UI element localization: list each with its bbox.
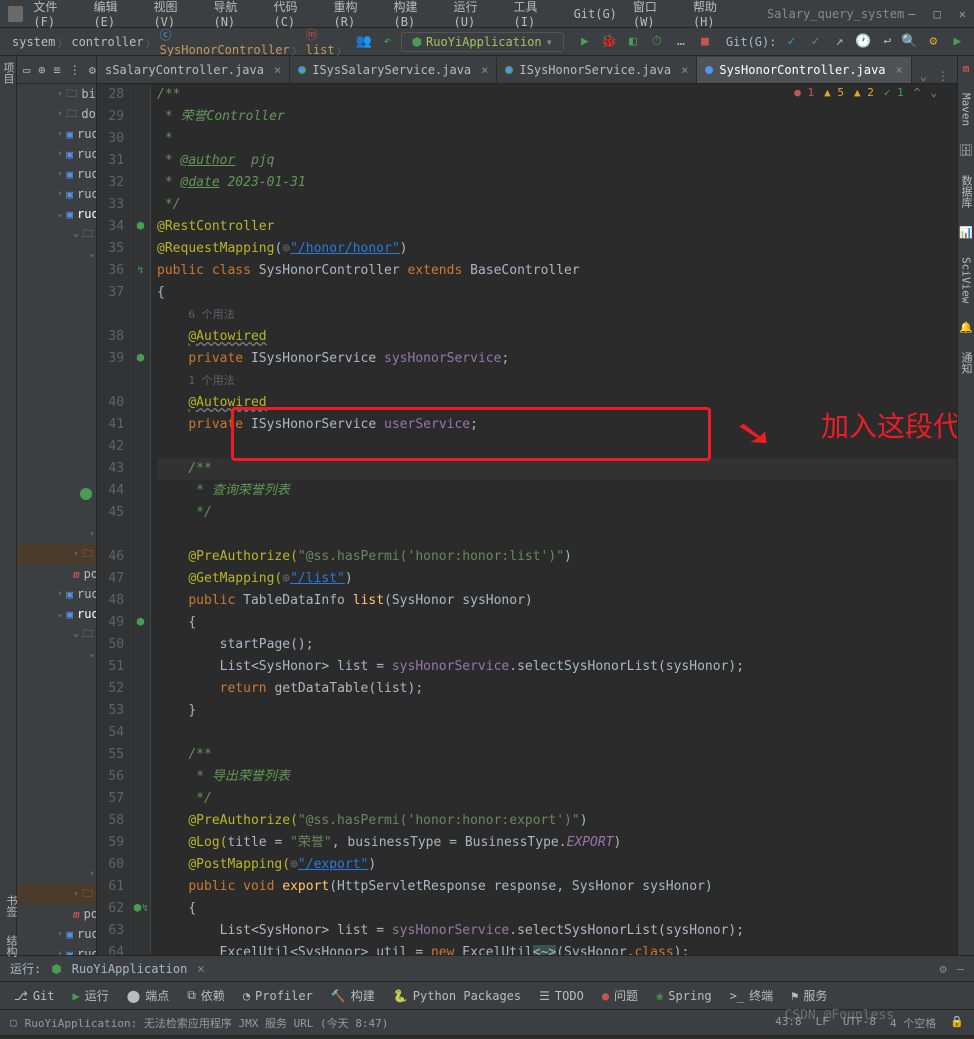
app-logo [8,6,23,22]
minimize-button[interactable]: — [908,7,915,21]
run-bar: 运行: ⬢ RuoYiApplication × ⚙ — [0,955,974,981]
run-settings-icon[interactable]: ⚙ [940,962,947,976]
select-opened-icon[interactable]: ⊕ [38,63,45,77]
profile-icon[interactable]: ⏱ [648,33,666,51]
watermark: CSDN @Founless [784,1008,894,1023]
search-icon[interactable]: 🔍 [900,33,918,51]
crumb-class[interactable]: ⓒ SysHonorController [156,24,298,59]
notif-tool-tab[interactable]: 🔔 [959,321,973,334]
tool-window-bar: ⎇Git ▶运行 ⬤端点 ⧉依赖 ◔Profiler 🔨构建 🐍Python P… [0,981,974,1009]
users-icon[interactable]: 👥 [355,33,373,51]
tool-python[interactable]: 🐍Python Packages [393,989,521,1003]
left-strip: 项目 [0,56,17,955]
run-hide-icon[interactable]: — [957,962,964,976]
scroll-marker-icon [80,488,92,500]
panel-settings-icon[interactable]: ⚙ [89,63,96,77]
nav-bar: system controller ⓒ SysHonorController ⓜ… [0,28,974,56]
attach-icon[interactable]: … [672,33,690,51]
close-button[interactable]: ✕ [959,7,966,21]
maximize-button[interactable]: □ [934,7,941,21]
tab-honor-service[interactable]: ISysHonorService.java× [497,57,697,83]
project-view-icon[interactable]: ▭ [23,63,30,77]
status-windows-icon[interactable]: ▢ [10,1016,17,1029]
menu-build[interactable]: 构建(B) [388,0,444,32]
editor-area: sSalaryController.java× ISysSalaryServic… [97,56,957,955]
tool-build[interactable]: 🔨构建 [331,987,375,1004]
tab-honor-controller[interactable]: SysHonorController.java× [697,57,911,83]
debug-icon[interactable]: 🐞 [600,33,618,51]
git-commit-icon[interactable]: ✓ [806,33,824,51]
sciview-tool-tab[interactable]: 📊 [959,226,973,239]
run-app-name[interactable]: RuoYiApplication [72,962,188,976]
back-icon[interactable]: ↶ [379,33,397,51]
sciview-label[interactable]: SciView [960,257,973,303]
git-update-icon[interactable]: ✓ [782,33,800,51]
gutter-line-numbers: 2829303132333435363738394041424344454647… [97,84,131,955]
annotation-arrow-icon: ➘ [736,422,770,444]
crumb-method[interactable]: ⓜ list [302,24,343,59]
right-strip: m Maven 🗄 数据库 📊 SciView 🔔 通知 [957,56,974,955]
tab-list-icon[interactable]: ⌄ [920,69,927,83]
tool-todo[interactable]: ☰TODO [539,989,584,1003]
title-bar: 文件(F) 编辑(E) 视图(V) 导航(N) 代码(C) 重构(R) 构建(B… [0,0,974,28]
tool-git[interactable]: ⎇Git [14,989,55,1003]
code-editor[interactable]: 2829303132333435363738394041424344454647… [97,84,957,955]
gutter-marks: ⬢↯⬢⬢⬢↯ [131,84,151,955]
run-icon[interactable]: ▶ [576,33,594,51]
git-revert-icon[interactable]: ↩ [878,33,896,51]
structure-tab[interactable]: 结构 [3,935,19,957]
project-panel: ▭ ⊕ ≡ ⋮ ⚙ — ›🗀bin ›🗀doc ›▣ruoyi-admin ›▣… [17,56,97,955]
status-message: RuoYiApplication: 无法检索应用程序 JMX 服务 URL (今… [25,1015,389,1031]
project-tree[interactable]: ›🗀bin ›🗀doc ›▣ruoyi-admin ›▣ruoyi-common… [17,84,96,955]
menu-help[interactable]: 帮助(H) [687,0,743,32]
menu-run[interactable]: 运行(U) [448,0,504,32]
expand-icon[interactable]: ≡ [53,63,60,77]
db-tool-tab[interactable]: 🗄 [959,144,973,157]
crumb-module[interactable]: system [8,33,63,51]
project-tool-tab[interactable]: 项目 [0,62,16,84]
project-title: Salary_query_system [767,7,904,21]
main: 项目 ▭ ⊕ ≡ ⋮ ⚙ — ›🗀bin ›🗀doc ›▣ruoyi-admin… [0,56,974,955]
tool-run[interactable]: ▶运行 [73,987,109,1004]
tab-salary-controller[interactable]: sSalaryController.java× [97,57,290,83]
tool-problems[interactable]: ●问题 [602,987,638,1004]
db-label[interactable]: 数据库 [958,175,974,208]
git-label: Git(G): [726,35,777,49]
collapse-icon[interactable]: ⋮ [69,63,81,77]
coverage-icon[interactable]: ◧ [624,33,642,51]
menu-edit[interactable]: 编辑(E) [87,0,143,32]
tool-profiler[interactable]: ◔Profiler [243,989,313,1003]
git-history-icon[interactable]: 🕐 [854,33,872,51]
stop-icon[interactable]: ■ [696,33,714,51]
maven-label[interactable]: Maven [960,93,973,126]
tab-more-icon[interactable]: ⋮ [937,69,949,83]
inspection-widget[interactable]: ● 1 ▲ 5 ▲ 2 ✓ 1 ^⌄ [794,86,937,99]
code-body[interactable]: /** * 荣誉Controller * * @author pjq * @da… [151,84,957,955]
tool-spring[interactable]: ❀Spring [656,989,712,1003]
menu-file[interactable]: 文件(F) [27,0,83,32]
tool-dependencies[interactable]: ⧉依赖 [187,987,225,1004]
tool-breakpoints[interactable]: ⬤端点 [127,987,169,1004]
ide-settings-icon[interactable]: ⚙ [924,33,942,51]
editor-tabs: sSalaryController.java× ISysSalaryServic… [97,56,957,84]
crumb-package[interactable]: controller [67,33,151,51]
run-config-selector[interactable]: ⬢RuoYiApplication▾ [401,32,564,52]
lock-icon[interactable]: 🔒 [950,1015,964,1031]
tab-salary-service[interactable]: ISysSalaryService.java× [290,57,497,83]
learn-icon[interactable]: ▶ [948,33,966,51]
maven-tool-tab[interactable]: m [963,62,970,75]
git-push-icon[interactable]: ↗ [830,33,848,51]
bookmarks-tab[interactable]: 书签 [3,895,19,917]
menu-git[interactable]: Git(G) [568,4,623,24]
project-panel-header: ▭ ⊕ ≡ ⋮ ⚙ — [17,56,96,84]
run-label: 运行: [10,960,41,977]
menu-window[interactable]: 窗口(W) [627,0,683,32]
annotation-text: 加入这段代码 [821,416,957,438]
indent[interactable]: 4 个空格 [890,1015,936,1031]
tool-services[interactable]: ⚑服务 [791,987,827,1004]
menu-tools[interactable]: 工具(I) [508,0,564,32]
notif-label[interactable]: 通知 [958,352,974,374]
tool-terminal[interactable]: >_终端 [730,987,773,1004]
